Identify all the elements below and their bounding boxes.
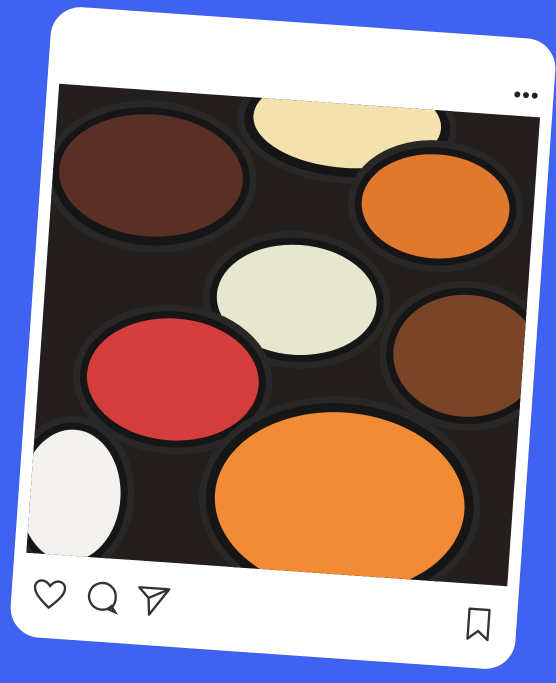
heart-icon [33,579,67,610]
post-card: ••• [8,5,556,671]
comment-bubble-icon [87,581,119,615]
paper-plane-icon [138,586,171,616]
like-button[interactable] [28,573,71,616]
more-dots-icon: ••• [512,81,541,109]
comment-button[interactable] [80,577,123,620]
share-button[interactable] [132,580,175,623]
bookmark-icon [466,607,491,642]
post-photo[interactable] [26,83,541,587]
bookmark-button[interactable] [457,603,500,646]
more-options-button[interactable]: ••• [513,82,541,109]
post-actions [10,572,518,655]
